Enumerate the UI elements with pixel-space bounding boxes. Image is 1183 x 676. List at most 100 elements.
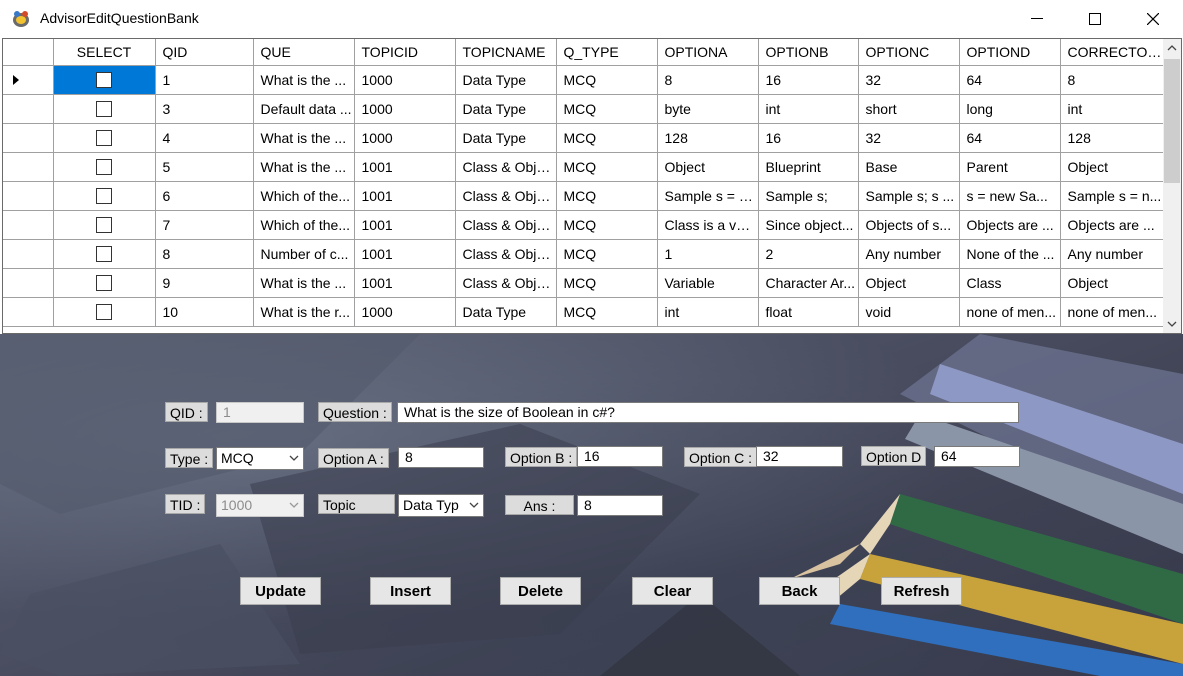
question-field[interactable]: What is the size of Boolean in c#? (397, 402, 1019, 423)
cell-b[interactable]: Since object... (758, 210, 859, 240)
row-header[interactable] (3, 94, 54, 124)
cell-topicid[interactable]: 1000 (354, 65, 456, 95)
cell-qtype[interactable]: MCQ (556, 94, 658, 124)
column-header-topicid[interactable]: TOPICID (354, 39, 456, 66)
maximize-button[interactable] (1066, 0, 1124, 38)
cell-topicname[interactable]: Class & Obje... (455, 239, 557, 269)
cell-topicname[interactable]: Data Type (455, 94, 557, 124)
cell-d[interactable]: none of men... (959, 297, 1061, 327)
cell-c[interactable]: Base (858, 152, 960, 182)
cell-que[interactable]: Number of c... (253, 239, 355, 269)
cell-d[interactable]: None of the ... (959, 239, 1061, 269)
vertical-scrollbar[interactable] (1163, 39, 1181, 333)
refresh-button[interactable]: Refresh (881, 577, 962, 605)
cell-topicname[interactable]: Data Type (455, 297, 557, 327)
cell-b[interactable]: Sample s; (758, 181, 859, 211)
cell-d[interactable]: s = new Sa... (959, 181, 1061, 211)
column-header-select[interactable]: SELECT (53, 39, 156, 66)
type-combobox[interactable]: MCQ (216, 447, 304, 470)
cell-correct[interactable]: Any number (1060, 239, 1164, 269)
row-header[interactable] (3, 210, 54, 240)
insert-button[interactable]: Insert (370, 577, 451, 605)
delete-button[interactable]: Delete (500, 577, 581, 605)
cell-qtype[interactable]: MCQ (556, 123, 658, 153)
cell-c[interactable]: void (858, 297, 960, 327)
select-checkbox[interactable] (96, 101, 112, 118)
cell-qid[interactable]: 5 (155, 152, 254, 182)
cell-qtype[interactable]: MCQ (556, 210, 658, 240)
cell-qtype[interactable]: MCQ (556, 297, 658, 327)
row-header[interactable] (3, 65, 54, 95)
cell-qtype[interactable]: MCQ (556, 65, 658, 95)
column-header-optionb[interactable]: OPTIONB (758, 39, 859, 66)
cell-qtype[interactable]: MCQ (556, 152, 658, 182)
cell-topicid[interactable]: 1000 (354, 94, 456, 124)
cell-que[interactable]: What is the ... (253, 152, 355, 182)
cell-correct[interactable]: Object (1060, 152, 1164, 182)
column-header-optionc[interactable]: OPTIONC (858, 39, 960, 66)
cell-que[interactable]: Which of the... (253, 210, 355, 240)
cell-correct[interactable]: Objects are ... (1060, 210, 1164, 240)
cell-correct[interactable]: 128 (1060, 123, 1164, 153)
row-header[interactable] (3, 239, 54, 269)
cell-d[interactable]: 64 (959, 65, 1061, 95)
select-checkbox[interactable] (96, 188, 112, 205)
cell-topicid[interactable]: 1000 (354, 123, 456, 153)
cell-que[interactable]: What is the ... (253, 65, 355, 95)
option-b-field[interactable]: 16 (577, 446, 663, 467)
cell-qid[interactable]: 8 (155, 239, 254, 269)
table-row[interactable]: 10 What is the r... 1000 Data Type MCQ int flo… (3, 297, 1164, 327)
select-checkbox[interactable] (96, 130, 112, 147)
cell-c[interactable]: Any number (858, 239, 960, 269)
cell-b[interactable]: 16 (758, 65, 859, 95)
update-button[interactable]: Update (240, 577, 321, 605)
cell-correct[interactable]: Sample s = n... (1060, 181, 1164, 211)
cell-b[interactable]: 2 (758, 239, 859, 269)
select-cell[interactable] (53, 65, 156, 95)
cell-a[interactable]: byte (657, 94, 759, 124)
column-header-topicname[interactable]: TOPICNAME (455, 39, 557, 66)
cell-correct[interactable]: 8 (1060, 65, 1164, 95)
minimize-button[interactable] (1008, 0, 1066, 38)
column-header-q-type[interactable]: Q_TYPE (556, 39, 658, 66)
select-cell[interactable] (53, 181, 156, 211)
cell-d[interactable]: Parent (959, 152, 1061, 182)
column-header-correctopt[interactable]: CORRECTOPT (1060, 39, 1164, 66)
cell-c[interactable]: short (858, 94, 960, 124)
cell-qid[interactable]: 6 (155, 181, 254, 211)
select-checkbox[interactable] (96, 275, 112, 292)
cell-c[interactable]: 32 (858, 65, 960, 95)
scroll-up-button[interactable] (1163, 39, 1181, 57)
row-header[interactable] (3, 268, 54, 298)
cell-que[interactable]: Which of the... (253, 181, 355, 211)
cell-a[interactable]: int (657, 297, 759, 327)
select-cell[interactable] (53, 268, 156, 298)
cell-qtype[interactable]: MCQ (556, 239, 658, 269)
select-checkbox[interactable] (96, 72, 112, 89)
select-checkbox[interactable] (96, 246, 112, 263)
cell-b[interactable]: 16 (758, 123, 859, 153)
column-header-que[interactable]: QUE (253, 39, 355, 66)
cell-d[interactable]: Class (959, 268, 1061, 298)
select-cell[interactable] (53, 239, 156, 269)
select-cell[interactable] (53, 297, 156, 327)
column-header-optiond[interactable]: OPTIOND (959, 39, 1061, 66)
cell-c[interactable]: Objects of s... (858, 210, 960, 240)
cell-topicname[interactable]: Class & Obje... (455, 152, 557, 182)
select-cell[interactable] (53, 123, 156, 153)
cell-que[interactable]: What is the r... (253, 297, 355, 327)
column-header-qid[interactable]: QID (155, 39, 254, 66)
option-d-field[interactable]: 64 (934, 446, 1020, 467)
cell-b[interactable]: int (758, 94, 859, 124)
cell-a[interactable]: Sample s = n... (657, 181, 759, 211)
question-grid[interactable]: SELECT QID QUE TOPICID TOPICNAME Q_TYPE OPTION… (2, 38, 1182, 334)
scrollbar-thumb[interactable] (1164, 59, 1180, 183)
cell-b[interactable]: Blueprint (758, 152, 859, 182)
table-row[interactable]: 3 Default data ... 1000 Data Type MCQ byte int… (3, 94, 1164, 124)
table-row[interactable]: 4 What is the ... 1000 Data Type MCQ 128 16 … (3, 123, 1164, 153)
select-checkbox[interactable] (96, 159, 112, 176)
option-c-field[interactable]: 32 (756, 446, 843, 467)
cell-c[interactable]: Sample s; s ... (858, 181, 960, 211)
cell-correct[interactable]: int (1060, 94, 1164, 124)
cell-topicid[interactable]: 1001 (354, 181, 456, 211)
